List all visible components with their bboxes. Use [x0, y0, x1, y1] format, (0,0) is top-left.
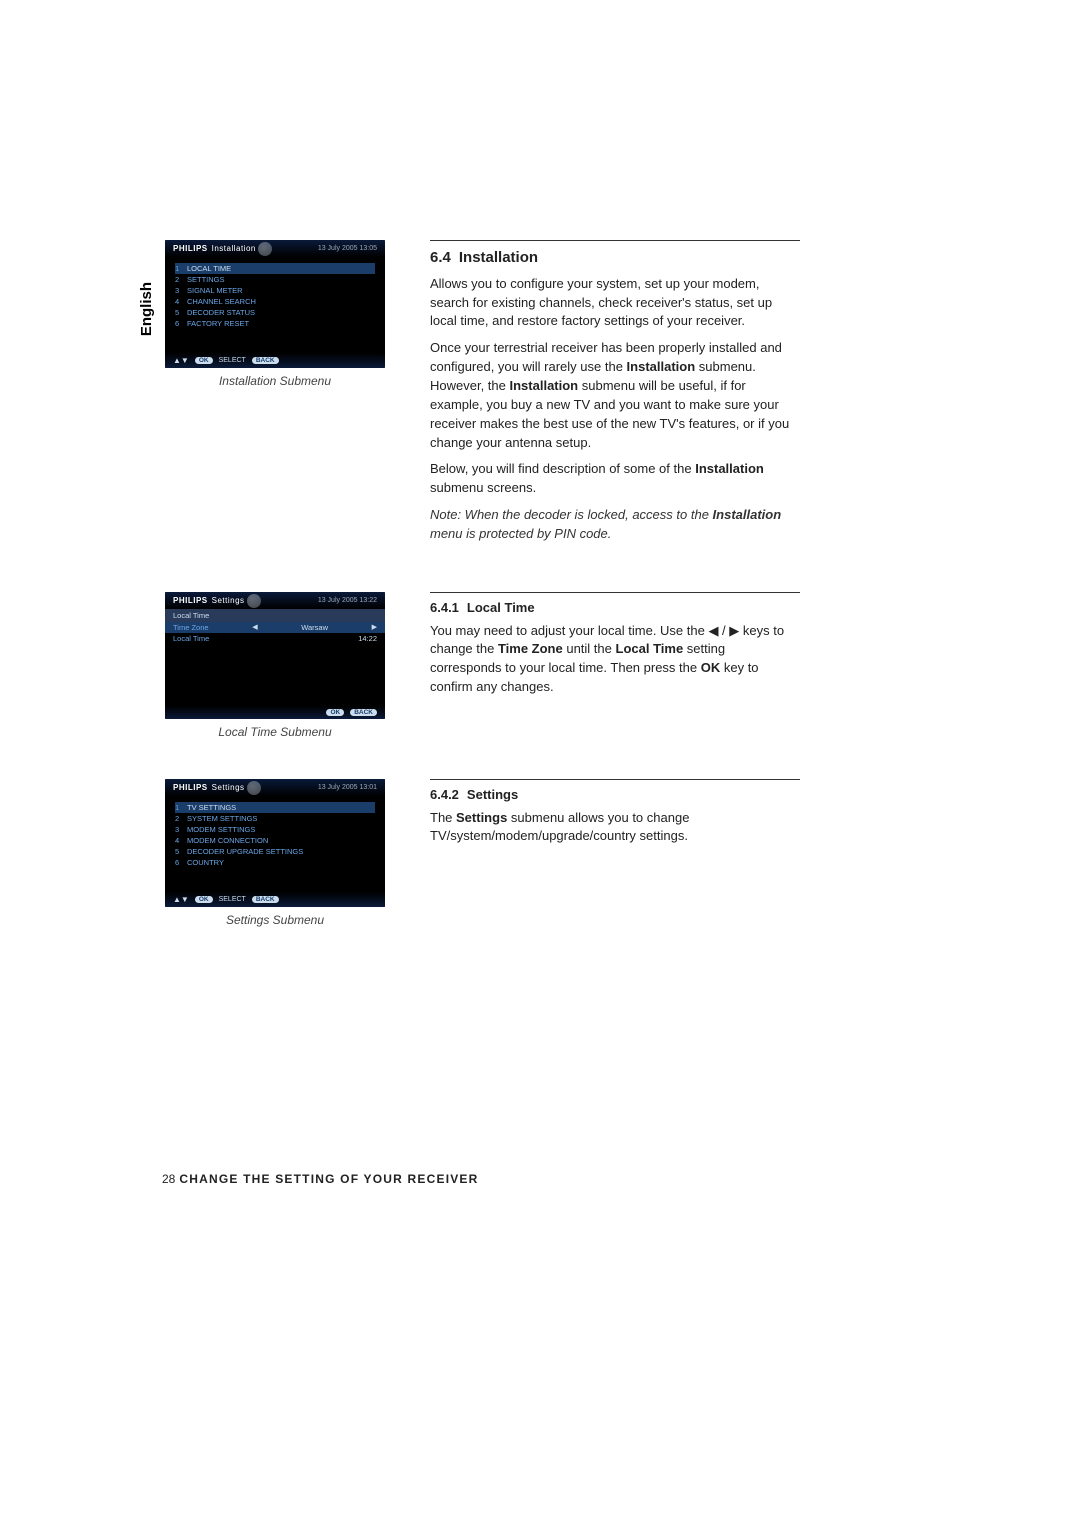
scr-footer: OK BACK	[165, 706, 385, 719]
right-col-642: 6.4.2 Settings The Settings submenu allow…	[430, 779, 800, 855]
menu-label: SETTINGS	[187, 275, 225, 284]
menu-label: SIGNAL METER	[187, 286, 243, 295]
brand: PHILIPS	[173, 596, 208, 605]
select-label: SELECT	[219, 896, 246, 903]
section-title-text: Local Time	[467, 600, 535, 615]
menu-label: CHANNEL SEARCH	[187, 297, 256, 306]
right-arrow-icon: ▶	[372, 623, 377, 632]
left-col-1: PHILIPS Installation 13 July 2005 13:05 1…	[140, 240, 410, 388]
scr-title: Installation	[212, 244, 256, 253]
rule	[430, 779, 800, 780]
menu-label: TV SETTINGS	[187, 803, 236, 812]
scr-row-timezone: Time Zone ◀ Warsaw ▶	[165, 622, 385, 633]
scr-footer: ▲▼ OK SELECT BACK	[165, 892, 385, 907]
left-arrow-icon: ◀	[252, 623, 257, 632]
brand: PHILIPS	[173, 783, 208, 792]
caption-settings: Settings Submenu	[165, 913, 385, 927]
section-installation: PHILIPS Installation 13 July 2005 13:05 1…	[140, 240, 940, 552]
para-641-1: You may need to adjust your local time. …	[430, 622, 800, 697]
scr-header: PHILIPS Installation 13 July 2005 13:05	[165, 240, 385, 257]
menu-num: 1	[175, 264, 187, 273]
scr-datetime: 13 July 2005 13:22	[318, 597, 377, 604]
rule	[430, 592, 800, 593]
row-label: Local Time	[173, 634, 209, 643]
scr-title: Settings	[212, 783, 245, 792]
menu-num: 5	[175, 308, 187, 317]
up-down-icon: ▲▼	[173, 356, 189, 365]
back-pill: BACK	[350, 709, 377, 716]
right-col-641: 6.4.1 Local Time You may need to adjust y…	[430, 592, 800, 705]
scr-subheader: Local Time	[165, 609, 385, 622]
para-642-1: The Settings submenu allows you to chang…	[430, 809, 800, 847]
screenshot-installation: PHILIPS Installation 13 July 2005 13:05 1…	[165, 240, 385, 368]
brand: PHILIPS	[173, 244, 208, 253]
ok-pill: OK	[326, 709, 344, 716]
menu-num: 4	[175, 836, 187, 845]
scr-header: PHILIPS Settings 13 July 2005 13:22	[165, 592, 385, 609]
menu-num: 2	[175, 275, 187, 284]
caption-installation: Installation Submenu	[165, 374, 385, 388]
scr-datetime: 13 July 2005 13:05	[318, 245, 377, 252]
menu-label: MODEM SETTINGS	[187, 825, 255, 834]
menu-num: 2	[175, 814, 187, 823]
scr-menu: 1LOCAL TIME 2SETTINGS 3SIGNAL METER 4CHA…	[175, 263, 375, 329]
menu-num: 4	[175, 297, 187, 306]
section-settings: PHILIPS Settings 13 July 2005 13:01 1TV S…	[140, 779, 940, 927]
sub-title-641: 6.4.1 Local Time	[430, 599, 800, 618]
para-64-3: Below, you will find description of some…	[430, 460, 800, 498]
menu-num: 6	[175, 319, 187, 328]
section-title-text: Installation	[459, 249, 538, 266]
scr-datetime: 13 July 2005 13:01	[318, 784, 377, 791]
right-col-64: 6.4 Installation Allows you to configure …	[430, 240, 800, 552]
menu-num: 1	[175, 803, 187, 812]
scr-title: Settings	[212, 596, 245, 605]
menu-num: 3	[175, 286, 187, 295]
menu-num: 5	[175, 847, 187, 856]
menu-label: LOCAL TIME	[187, 264, 231, 273]
scr-row-localtime: Local Time 14:22	[165, 633, 385, 644]
para-64-2: Once your terrestrial receiver has been …	[430, 339, 800, 452]
section-num: 6.4.1	[430, 600, 459, 615]
menu-label: FACTORY RESET	[187, 319, 249, 328]
ok-pill: OK	[195, 357, 213, 364]
scr-body: 1TV SETTINGS 2SYSTEM SETTINGS 3MODEM SET…	[165, 796, 385, 892]
left-col-2: PHILIPS Settings 13 July 2005 13:22 Local…	[140, 592, 410, 739]
sub-title-642: 6.4.2 Settings	[430, 786, 800, 805]
left-col-3: PHILIPS Settings 13 July 2005 13:01 1TV S…	[140, 779, 410, 927]
back-pill: BACK	[252, 896, 279, 903]
para-64-1: Allows you to configure your system, set…	[430, 275, 800, 332]
select-label: SELECT	[219, 357, 246, 364]
menu-label: COUNTRY	[187, 858, 224, 867]
row-label: Time Zone	[173, 623, 209, 632]
scr-footer: ▲▼ OK SELECT BACK	[165, 353, 385, 368]
section-title-64: 6.4 Installation	[430, 247, 800, 269]
page-number: 28	[162, 1172, 175, 1186]
up-down-icon: ▲▼	[173, 895, 189, 904]
section-num: 6.4.2	[430, 787, 459, 802]
rule	[430, 240, 800, 241]
section-num: 6.4	[430, 249, 451, 266]
menu-label: SYSTEM SETTINGS	[187, 814, 257, 823]
scr-header: PHILIPS Settings 13 July 2005 13:01	[165, 779, 385, 796]
menu-label: MODEM CONNECTION	[187, 836, 268, 845]
section-local-time: PHILIPS Settings 13 July 2005 13:22 Local…	[140, 592, 940, 739]
screenshot-local-time: PHILIPS Settings 13 July 2005 13:22 Local…	[165, 592, 385, 719]
page-content: PHILIPS Installation 13 July 2005 13:05 1…	[0, 0, 1080, 927]
section-title-text: Settings	[467, 787, 518, 802]
back-pill: BACK	[252, 357, 279, 364]
scr-menu: 1TV SETTINGS 2SYSTEM SETTINGS 3MODEM SET…	[175, 802, 375, 868]
menu-label: DECODER STATUS	[187, 308, 255, 317]
note-64: Note: When the decoder is locked, access…	[430, 506, 800, 544]
caption-local-time: Local Time Submenu	[165, 725, 385, 739]
menu-num: 3	[175, 825, 187, 834]
footer-text: CHANGE THE SETTING OF YOUR RECEIVER	[179, 1172, 478, 1186]
scr-body: 1LOCAL TIME 2SETTINGS 3SIGNAL METER 4CHA…	[165, 257, 385, 353]
menu-label: DECODER UPGRADE SETTINGS	[187, 847, 303, 856]
menu-num: 6	[175, 858, 187, 867]
row-value: Warsaw	[301, 623, 328, 632]
screenshot-settings: PHILIPS Settings 13 July 2005 13:01 1TV S…	[165, 779, 385, 907]
ok-pill: OK	[195, 896, 213, 903]
page-footer: 28 CHANGE THE SETTING OF YOUR RECEIVER	[162, 1172, 479, 1186]
row-value: 14:22	[358, 634, 377, 643]
